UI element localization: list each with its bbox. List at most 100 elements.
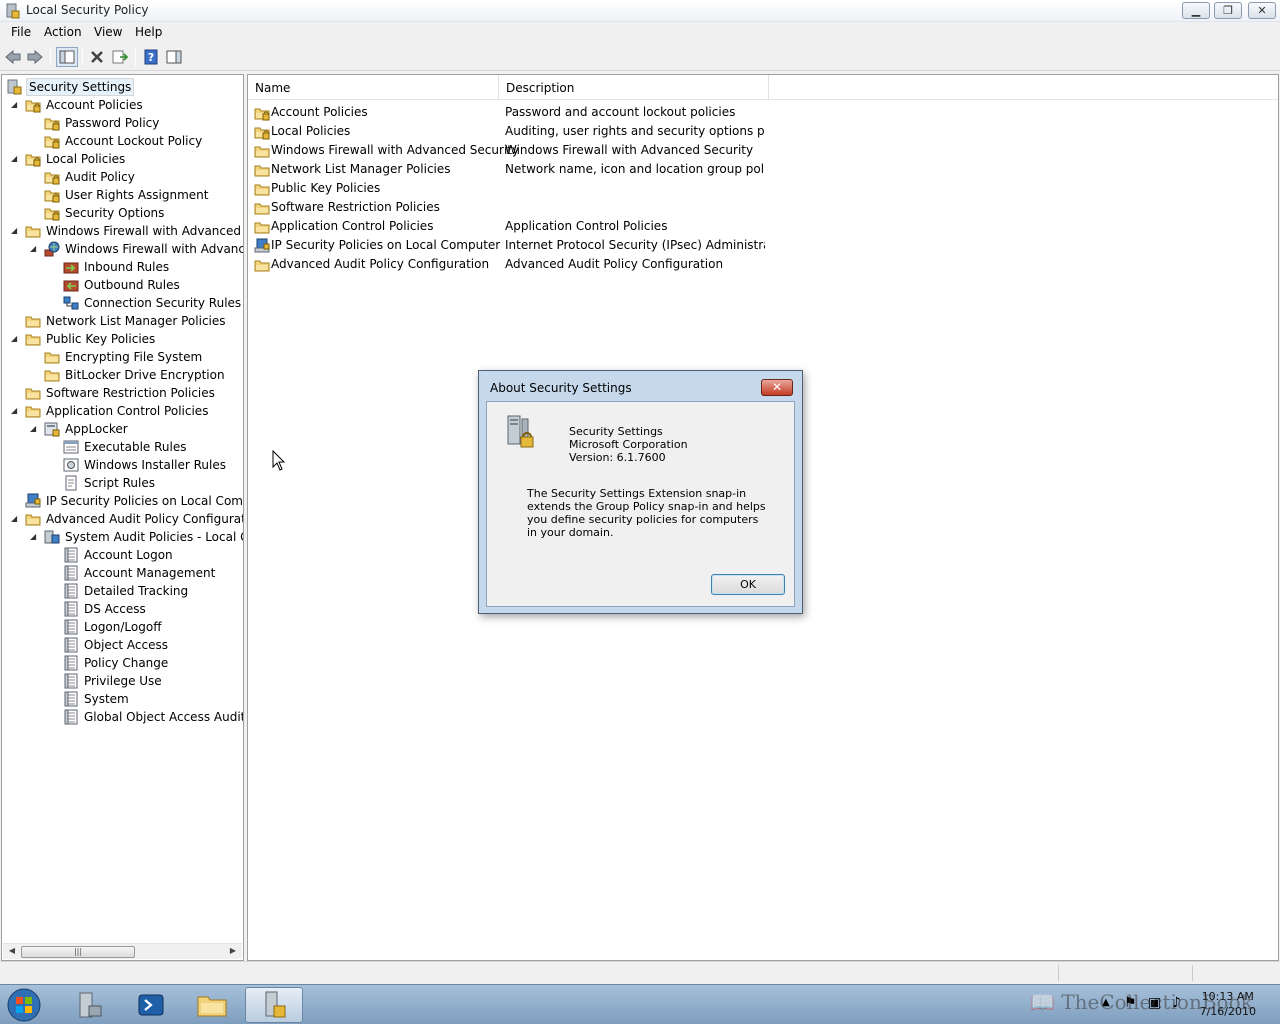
- column-header-description[interactable]: Description: [499, 75, 769, 100]
- tree-node[interactable]: Logon/Logoff: [2, 618, 242, 636]
- toolbar: ?: [0, 43, 1280, 71]
- tree-expander-icon[interactable]: ◢: [30, 240, 40, 258]
- tree-node[interactable]: Global Object Access Auditing: [2, 708, 243, 726]
- folder-icon: [25, 388, 41, 400]
- tree-expander-icon[interactable]: ◢: [30, 420, 40, 438]
- tree-node[interactable]: ◢ Public Key Policies: [2, 330, 242, 348]
- outbound-rules-icon: [63, 280, 79, 292]
- applocker-icon: [44, 422, 60, 437]
- menu-help[interactable]: Help: [132, 25, 165, 39]
- list-item[interactable]: Application Control Policies Application …: [248, 217, 1278, 236]
- tree-node[interactable]: Executable Rules: [2, 438, 242, 456]
- tree-node[interactable]: ◢ Windows Firewall with Advanced Secu: [2, 222, 243, 240]
- scroll-right-arrow-icon[interactable]: ▶: [226, 946, 240, 958]
- menu-file[interactable]: File: [8, 25, 34, 39]
- tree-node[interactable]: Security Options: [2, 204, 242, 222]
- taskbar-server-manager[interactable]: [60, 987, 118, 1023]
- show-action-pane-button[interactable]: [163, 47, 185, 67]
- tree-node[interactable]: Account Logon: [2, 546, 242, 564]
- tree-node[interactable]: User Rights Assignment: [2, 186, 242, 204]
- tree-node[interactable]: Account Lockout Policy: [2, 132, 242, 150]
- tree-expander-icon[interactable]: ◢: [30, 528, 40, 546]
- tree-node[interactable]: ◢ Account Policies: [2, 96, 242, 114]
- tree-expander-icon[interactable]: ◢: [11, 222, 21, 240]
- dialog-body: Security Settings Microsoft Corporation …: [486, 401, 795, 607]
- list-item[interactable]: Network List Manager Policies Network nam…: [248, 160, 1278, 179]
- tree-node-label: Application Control Policies: [46, 404, 209, 418]
- close-window-button[interactable]: ✕: [1248, 2, 1276, 19]
- folder-icon: [25, 316, 41, 328]
- tree-expander-icon[interactable]: ◢: [11, 150, 21, 168]
- taskbar-explorer[interactable]: [183, 987, 241, 1023]
- tree-node[interactable]: Account Management: [2, 564, 242, 582]
- show-hide-tree-button[interactable]: [56, 47, 78, 67]
- tree-node[interactable]: Encrypting File System: [2, 348, 242, 366]
- ok-button[interactable]: OK: [711, 574, 785, 595]
- tree-expander-icon[interactable]: ◢: [11, 510, 21, 528]
- delete-button[interactable]: [86, 47, 108, 67]
- folder-lock-icon: [254, 108, 270, 121]
- tree-node[interactable]: ◢ Application Control Policies: [2, 402, 242, 420]
- start-button[interactable]: [2, 986, 48, 1024]
- audit-category-icon: [64, 709, 78, 725]
- taskbar-local-security-policy[interactable]: [245, 987, 303, 1023]
- tree-node[interactable]: Outbound Rules: [2, 276, 242, 294]
- restore-button[interactable]: ❐: [1214, 2, 1242, 19]
- tree-node-label: Local Policies: [46, 152, 126, 166]
- export-list-button[interactable]: [109, 47, 131, 67]
- tree-node[interactable]: System: [2, 690, 242, 708]
- toolbar-separator: [82, 48, 83, 66]
- tree-node[interactable]: IP Security Policies on Local Compute: [2, 492, 243, 510]
- list-item[interactable]: Windows Firewall with Advanced Security W…: [248, 141, 1278, 160]
- tree-node-label: Script Rules: [84, 476, 155, 490]
- tree-node[interactable]: Inbound Rules: [2, 258, 242, 276]
- tree-node[interactable]: Detailed Tracking: [2, 582, 242, 600]
- list-item[interactable]: Public Key Policies: [248, 179, 1278, 198]
- tree-node[interactable]: Password Policy: [2, 114, 242, 132]
- menu-action[interactable]: Action: [41, 25, 85, 39]
- tree-horizontal-scrollbar[interactable]: ◀ ||| ▶: [3, 943, 242, 959]
- tree-node[interactable]: ◢ Windows Firewall with Advanced: [2, 240, 243, 258]
- taskbar-powershell[interactable]: [122, 987, 180, 1023]
- tree-expander-icon[interactable]: ◢: [11, 330, 21, 348]
- tree-node[interactable]: ◢ System Audit Policies - Local Grou: [2, 528, 243, 546]
- tree-node[interactable]: Audit Policy: [2, 168, 242, 186]
- tree-node[interactable]: Object Access: [2, 636, 242, 654]
- dialog-close-button[interactable]: ✕: [761, 379, 793, 396]
- console-tree[interactable]: Security Settings ◢ Account Policies Passw…: [1, 74, 244, 961]
- tree-node[interactable]: BitLocker Drive Encryption: [2, 366, 242, 384]
- tree-expander-icon[interactable]: ◢: [11, 402, 21, 420]
- tree-node[interactable]: DS Access: [2, 600, 242, 618]
- column-header-name[interactable]: Name: [248, 75, 499, 100]
- tree-node[interactable]: Connection Security Rules: [2, 294, 242, 312]
- audit-category-icon: [64, 637, 78, 653]
- help-button[interactable]: ?: [140, 47, 162, 67]
- list-item[interactable]: Account Policies Password and account loc…: [248, 103, 1278, 122]
- tree-node[interactable]: ◢ Advanced Audit Policy Configuration: [2, 510, 243, 528]
- list-item[interactable]: Local Policies Auditing, user rights and …: [248, 122, 1278, 141]
- tree-node[interactable]: Network List Manager Policies: [2, 312, 242, 330]
- audit-category-icon: [64, 655, 78, 671]
- tree-node[interactable]: ◢ Local Policies: [2, 150, 242, 168]
- list-item[interactable]: IP Security Policies on Local Computer In…: [248, 236, 1278, 255]
- tree-node[interactable]: Script Rules: [2, 474, 242, 492]
- tree-node[interactable]: Policy Change: [2, 654, 242, 672]
- list-item[interactable]: Software Restriction Policies: [248, 198, 1278, 217]
- tree-root[interactable]: Security Settings: [6, 78, 242, 96]
- forward-button[interactable]: [24, 47, 46, 67]
- tree-node[interactable]: ◢ AppLocker: [2, 420, 242, 438]
- company-name: Microsoft Corporation: [569, 438, 688, 451]
- tree-node[interactable]: Windows Installer Rules: [2, 456, 242, 474]
- tree-expander-icon[interactable]: ◢: [11, 96, 21, 114]
- scroll-left-arrow-icon[interactable]: ◀: [5, 946, 19, 958]
- list-item[interactable]: Advanced Audit Policy Configuration Advan…: [248, 255, 1278, 274]
- tree-node[interactable]: Software Restriction Policies: [2, 384, 242, 402]
- list-item-name: Account Policies: [271, 105, 368, 119]
- scrollbar-thumb[interactable]: |||: [21, 946, 135, 958]
- list-item-name: Network List Manager Policies: [271, 162, 451, 176]
- tree-node-label: User Rights Assignment: [65, 188, 209, 202]
- tree-node[interactable]: Privilege Use: [2, 672, 242, 690]
- menu-view[interactable]: View: [91, 25, 125, 39]
- minimize-button[interactable]: ▁: [1182, 2, 1210, 19]
- back-button[interactable]: [2, 47, 24, 67]
